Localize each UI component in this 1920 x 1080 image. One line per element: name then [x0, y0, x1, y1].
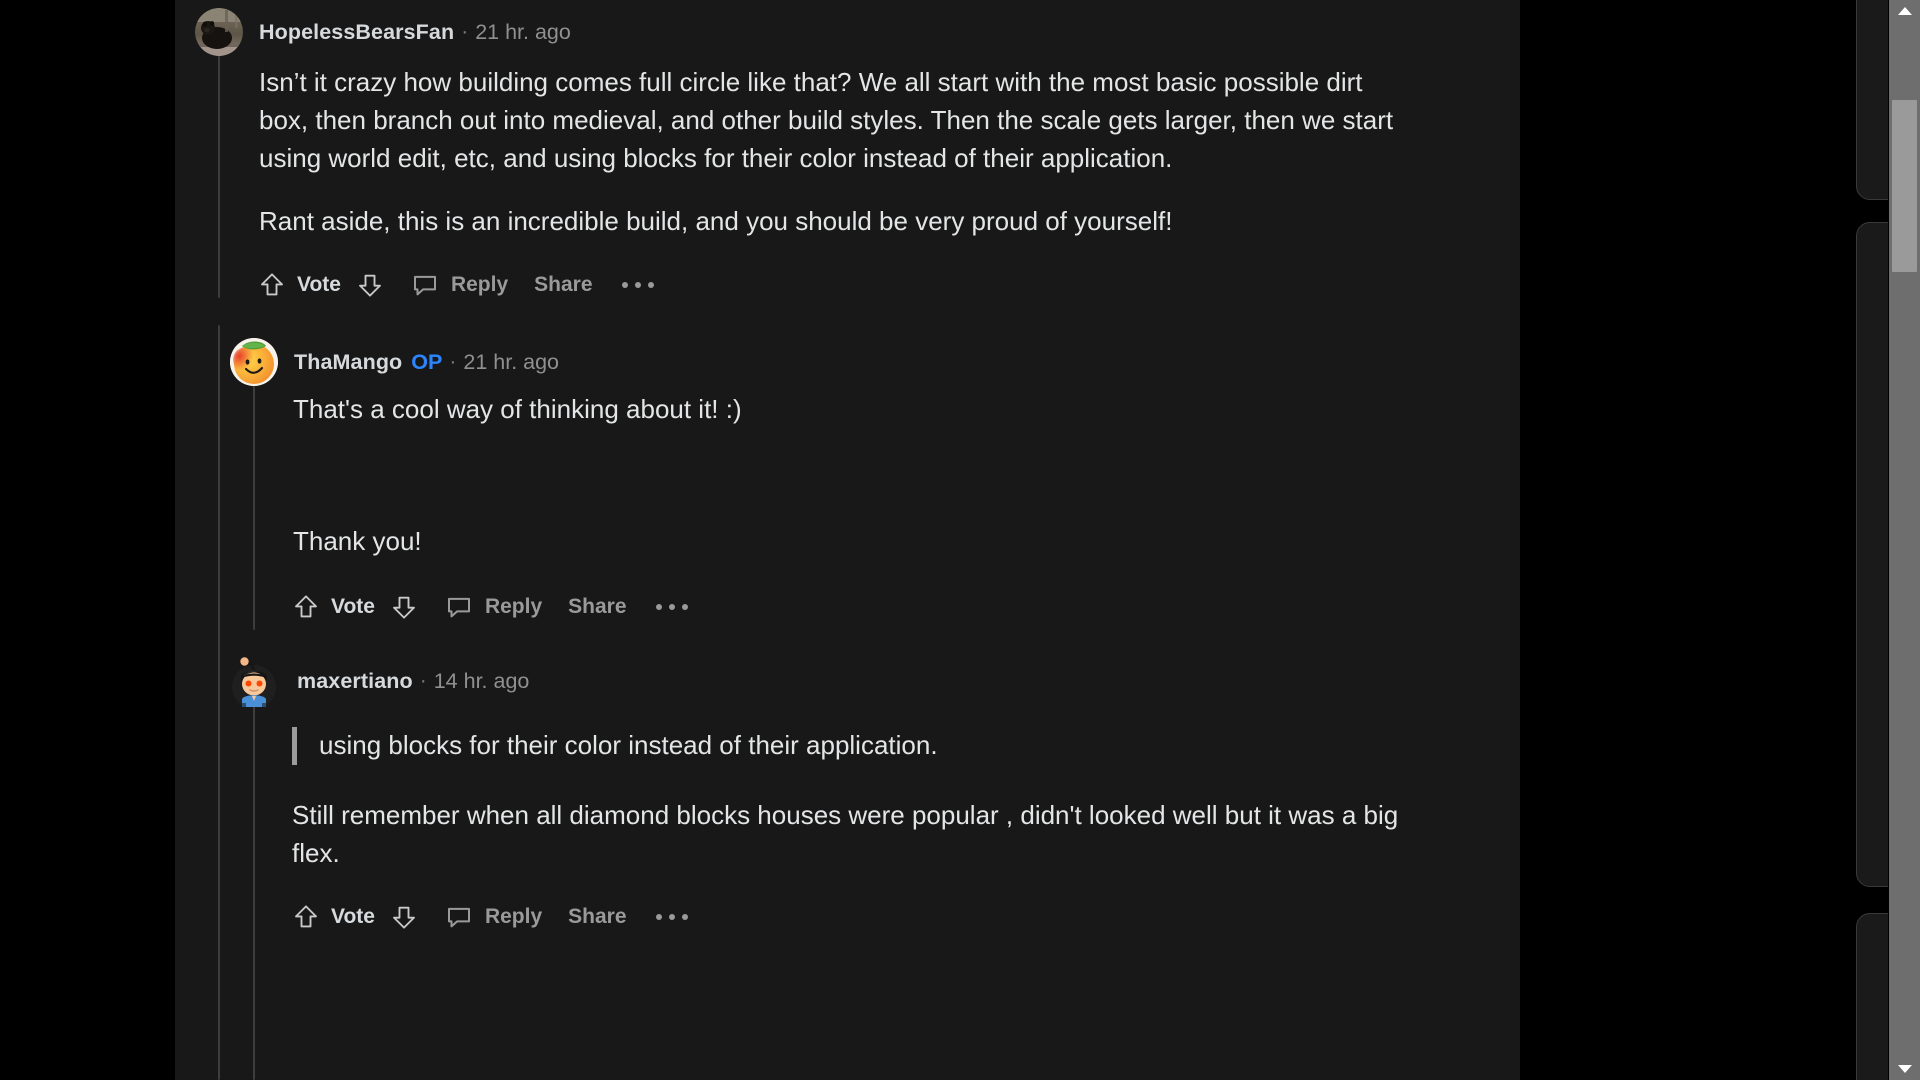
vote-count-label: Vote: [331, 904, 375, 928]
comment-timestamp: 21 hr. ago: [463, 349, 560, 374]
avatar-mango-image: [230, 338, 278, 386]
reply-button[interactable]: Reply: [444, 592, 542, 622]
comment-timestamp: 14 hr. ago: [433, 668, 530, 693]
comment-thread-container: HopelessBearsFan · 21 hr. ago Isn’t it c…: [175, 0, 1520, 1080]
meta-separator: ·: [461, 20, 469, 43]
avatar-bear-photo[interactable]: [195, 8, 243, 56]
downvote-arrow-icon: [393, 906, 415, 929]
page-root: HopelessBearsFan · 21 hr. ago Isn’t it c…: [0, 0, 1920, 1080]
scroll-up-arrow-icon: [1897, 7, 1912, 15]
more-options-icon: [655, 913, 688, 920]
scrollbar-thumb[interactable]: [1892, 100, 1917, 272]
more-options-button[interactable]: [655, 913, 688, 920]
upvote-arrow-icon: [295, 905, 317, 928]
more-options-button[interactable]: [621, 281, 654, 288]
comment-timestamp: 21 hr. ago: [475, 19, 571, 44]
comment-paragraph: Isn’t it crazy how building comes full c…: [259, 67, 1394, 173]
comment-hopelessbearsfan: HopelessBearsFan · 21 hr. ago Isn’t it c…: [175, 0, 1515, 307]
right-gutter: [1520, 0, 1888, 1080]
comment-body: Isn’t it crazy how building comes full c…: [175, 64, 1515, 241]
comment-paragraph: Thank you!: [293, 525, 422, 556]
comment-header: ThaMango OP · 21 hr. ago: [175, 333, 1515, 391]
share-label: Share: [534, 272, 593, 296]
upvote-button[interactable]: Vote: [291, 902, 375, 932]
comment-bubble-icon: [413, 275, 436, 296]
comment-action-bar: Vote Reply Share: [175, 585, 1515, 629]
avatar-bear-image: [195, 8, 243, 56]
more-options-icon: [621, 281, 654, 288]
share-label: Share: [568, 904, 627, 928]
page-scrollbar[interactable]: [1889, 0, 1920, 1080]
vote-count-label: Vote: [331, 594, 375, 618]
reply-button[interactable]: Reply: [444, 902, 542, 932]
share-button[interactable]: Share: [534, 273, 592, 297]
comment-thamango: ThaMango OP · 21 hr. ago That's a cool w…: [175, 333, 1515, 629]
downvote-arrow-icon: [393, 596, 415, 619]
quoted-text-block: using blocks for their color instead of …: [292, 727, 1405, 765]
comment-bubble-icon: [447, 597, 470, 618]
reply-label: Reply: [450, 272, 509, 296]
sidebar-card-middle[interactable]: [1856, 222, 1888, 887]
comment-author-name[interactable]: maxertiano: [297, 669, 413, 694]
upvote-button[interactable]: Vote: [257, 270, 341, 300]
comment-action-bar: Vote Reply Share: [175, 895, 1515, 939]
comment-header: maxertiano · 14 hr. ago: [175, 650, 1515, 712]
vote-count-label: Vote: [297, 272, 341, 296]
downvote-button[interactable]: [389, 592, 419, 622]
comment-paragraph: That's a cool way of thinking about it! …: [293, 394, 742, 424]
comment-maxertiano: maxertiano · 14 hr. ago using blocks for…: [175, 650, 1515, 939]
share-button[interactable]: Share: [568, 595, 626, 619]
reply-label: Reply: [484, 594, 543, 618]
reply-label: Reply: [484, 904, 543, 928]
comment-header: HopelessBearsFan · 21 hr. ago: [175, 0, 1515, 64]
more-options-button[interactable]: [655, 603, 688, 610]
comment-paragraph: Rant aside, this is an incredible build,…: [259, 205, 1173, 236]
comment-author-name[interactable]: HopelessBearsFan: [259, 20, 454, 45]
share-button[interactable]: Share: [568, 905, 626, 929]
avatar-snoo-blue-shirt[interactable]: [228, 655, 280, 707]
upvote-arrow-icon: [261, 273, 283, 296]
upvote-button[interactable]: Vote: [291, 592, 375, 622]
meta-separator: ·: [449, 350, 457, 373]
downvote-button[interactable]: [389, 902, 419, 932]
avatar-mango-face[interactable]: [230, 338, 278, 386]
quote-paragraph: using blocks for their color instead of …: [319, 730, 938, 760]
meta-separator: ·: [419, 669, 427, 692]
downvote-button[interactable]: [355, 270, 385, 300]
scroll-up-button[interactable]: [1889, 0, 1920, 22]
comment-author-name[interactable]: ThaMango: [294, 350, 402, 375]
downvote-arrow-icon: [359, 274, 381, 297]
reply-button[interactable]: Reply: [410, 270, 508, 300]
scroll-down-arrow-icon: [1897, 1065, 1912, 1073]
comment-body: using blocks for their color instead of …: [175, 712, 1515, 873]
avatar-snoo-image: [232, 657, 276, 707]
upvote-arrow-icon: [295, 595, 317, 618]
comment-action-bar: Vote Reply Share: [175, 263, 1515, 307]
sidebar-card-bottom[interactable]: [1856, 913, 1888, 1080]
share-label: Share: [568, 594, 627, 618]
more-options-icon: [655, 603, 688, 610]
op-badge: OP: [411, 349, 443, 374]
sidebar-card-top[interactable]: [1856, 0, 1888, 200]
scroll-down-button[interactable]: [1889, 1058, 1920, 1080]
comment-bubble-icon: [447, 907, 470, 928]
comment-paragraph: Still remember when all diamond blocks h…: [292, 799, 1399, 868]
comment-body: That's a cool way of thinking about it! …: [175, 391, 1515, 561]
right-sidebar-cards: [1856, 0, 1888, 1080]
